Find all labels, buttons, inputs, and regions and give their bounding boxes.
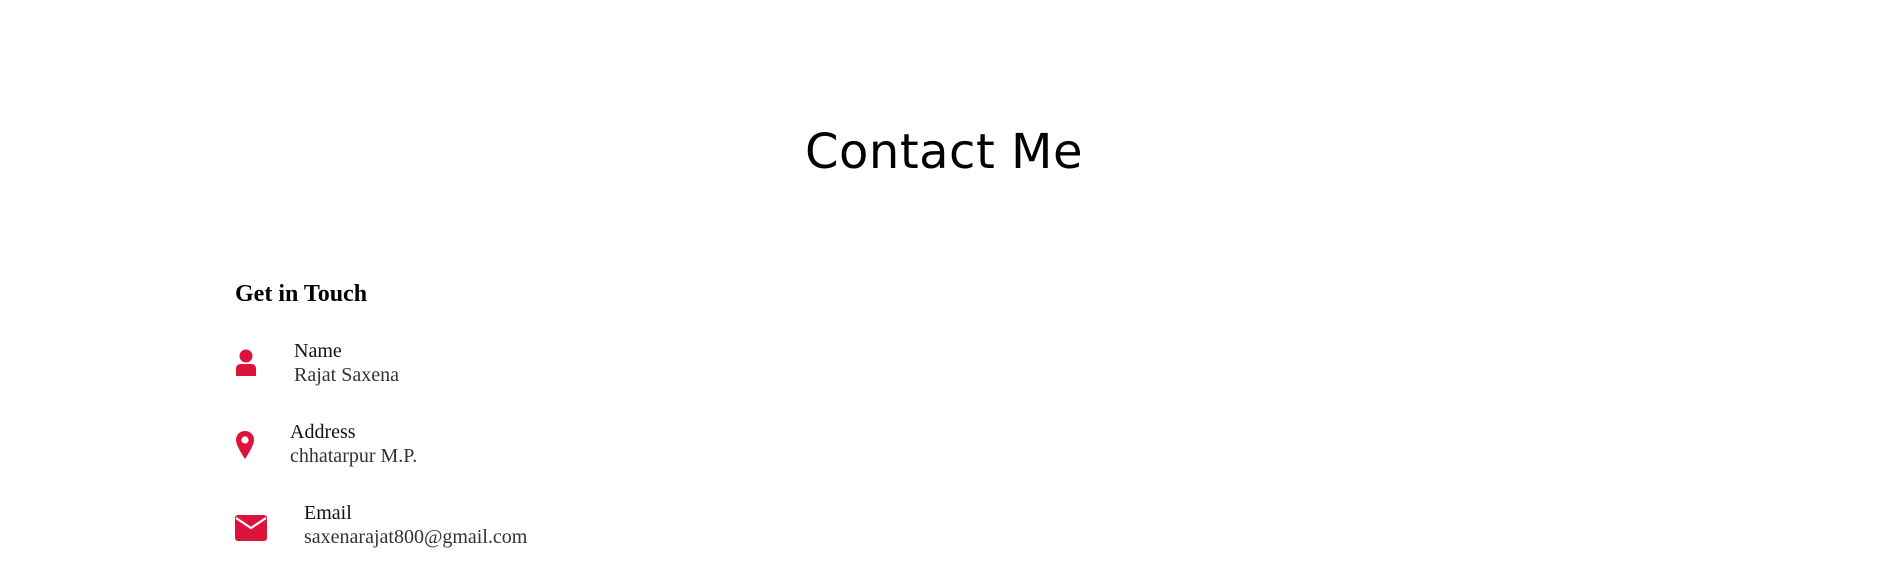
name-value: Rajat Saxena: [294, 364, 399, 386]
map-marker-icon: [236, 431, 254, 459]
page-title: Contact Me: [805, 124, 1083, 180]
contact-row-email: Email saxenarajat800@gmail.com: [235, 501, 635, 551]
contact-email-text: Email saxenarajat800@gmail.com: [304, 501, 527, 549]
envelope-icon: [235, 515, 267, 541]
contact-row-address: Address chhatarpur M.P.: [235, 420, 535, 470]
name-label: Name: [294, 340, 342, 362]
contact-row-name: Name Rajat Saxena: [235, 339, 535, 389]
email-label: Email: [304, 502, 352, 524]
get-in-touch-heading: Get in Touch: [235, 281, 368, 307]
email-value: saxenarajat800@gmail.com: [304, 526, 528, 548]
address-label: Address: [290, 421, 356, 443]
contact-address-text: Address chhatarpur M.P.: [290, 420, 417, 468]
user-icon: [236, 349, 256, 376]
address-value: chhatarpur M.P.: [290, 445, 418, 467]
contact-name-text: Name Rajat Saxena: [294, 339, 399, 387]
